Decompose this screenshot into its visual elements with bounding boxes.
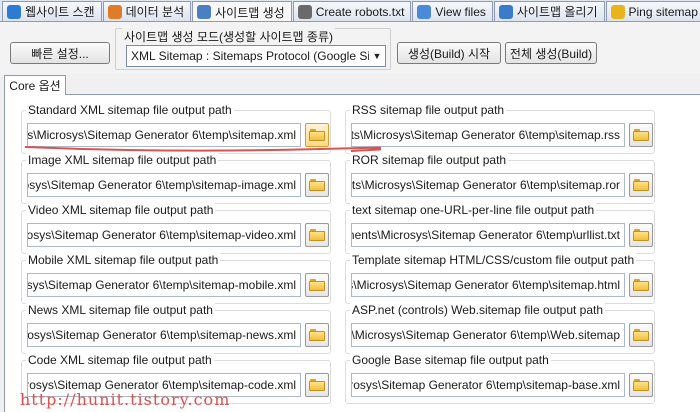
output-path-label: RSS sitemap file output path xyxy=(350,103,507,117)
sitemap-mode-select[interactable]: XML Sitemap : Sitemaps Protocol (Google … xyxy=(126,45,386,67)
files-icon xyxy=(417,4,432,19)
browse-folder-button[interactable] xyxy=(629,223,653,247)
output-path-field[interactable]: icrosys\Sitemap Generator 6\temp\sitemap… xyxy=(351,373,625,397)
browse-folder-button[interactable] xyxy=(305,323,329,347)
folder-icon xyxy=(309,129,325,141)
output-path-field[interactable]: nts\Microsys\Sitemap Generator 6\temp\si… xyxy=(351,173,625,197)
browse-folder-button[interactable] xyxy=(305,223,329,247)
output-path-group: Template sitemap HTML/CSS/custom file ou… xyxy=(345,253,655,304)
toolbar: 빠른 설정... 사이트맵 생성 모드(생성할 사이트맵 종류) XML Sit… xyxy=(0,22,700,74)
folder-icon xyxy=(309,229,325,241)
folder-icon xyxy=(633,329,649,341)
sitemap-mode-group: 사이트맵 생성 모드(생성할 사이트맵 종류) XML Sitemap : Si… xyxy=(115,28,391,70)
lightning-icon xyxy=(610,4,625,19)
magnifier-icon xyxy=(7,4,21,19)
tab-0[interactable]: 웹사이트 스캔 xyxy=(2,1,102,21)
output-path-group: RSS sitemap file output path nts\Microsys… xyxy=(345,103,655,154)
robot-icon xyxy=(297,4,312,19)
upload-icon xyxy=(498,4,513,19)
core-options-panel: Standard XML sitemap file output path ts\… xyxy=(4,94,700,412)
output-path-label: News XML sitemap file output path xyxy=(26,303,215,317)
output-path-field[interactable]: nts\Microsys\Sitemap Generator 6\temp\si… xyxy=(351,123,625,147)
tab-label: 웹사이트 스캔 xyxy=(25,5,95,19)
output-path-field[interactable]: crosys\Sitemap Generator 6\temp\sitemap-… xyxy=(27,223,301,247)
tab-2[interactable]: 사이트맵 생성 xyxy=(192,1,292,21)
output-path-label: Video XML sitemap file output path xyxy=(26,203,216,217)
sitemap-mode-value: XML Sitemap : Sitemaps Protocol (Google … xyxy=(131,49,369,63)
output-path-field[interactable]: s\Microsys\Sitemap Generator 6\temp\site… xyxy=(351,273,625,297)
build-start-button[interactable]: 생성(Build) 시작 xyxy=(397,42,501,64)
sitemap-icon xyxy=(197,5,212,19)
output-path-field[interactable]: s\Microsys\Sitemap Generator 6\temp\Web.… xyxy=(351,323,625,347)
folder-icon xyxy=(633,129,649,141)
output-path-group: ASP.net (controls) Web.sitemap file outp… xyxy=(345,303,655,354)
tab-core-options[interactable]: Core 옵션 xyxy=(4,75,66,95)
browse-folder-button[interactable] xyxy=(629,373,653,397)
output-path-label: Mobile XML sitemap file output path xyxy=(26,253,221,267)
browse-folder-button[interactable] xyxy=(305,273,329,297)
output-path-group: Mobile XML sitemap file output path osys\… xyxy=(21,253,331,304)
browse-folder-button[interactable] xyxy=(629,123,653,147)
output-path-label: Google Base sitemap file output path xyxy=(350,353,551,367)
tab-5[interactable]: 사이트맵 올리기 xyxy=(493,1,605,21)
output-path-group: ROR sitemap file output path nts\Microsys… xyxy=(345,153,655,204)
browse-folder-button[interactable] xyxy=(305,173,329,197)
browse-folder-button[interactable] xyxy=(305,373,329,397)
chevron-down-icon[interactable]: ▼ xyxy=(369,46,385,66)
folder-icon xyxy=(309,279,325,291)
tab-label: View files xyxy=(435,4,486,19)
red-underline-annotation xyxy=(24,146,381,152)
browse-folder-button[interactable] xyxy=(629,273,653,297)
browse-folder-button[interactable] xyxy=(629,173,653,197)
tab-6[interactable]: Ping sitemap xyxy=(605,1,700,21)
quick-setup-button[interactable]: 빠른 설정... xyxy=(10,42,110,64)
output-path-label: Standard XML sitemap file output path xyxy=(26,103,234,117)
output-path-field[interactable]: rosys\Sitemap Generator 6\temp\sitemap-i… xyxy=(27,173,301,197)
output-path-group: Image XML sitemap file output path rosys\… xyxy=(21,153,331,204)
output-path-label: Template sitemap HTML/CSS/custom file ou… xyxy=(350,253,637,267)
folder-icon xyxy=(309,379,325,391)
output-path-group: News XML sitemap file output path crosys\… xyxy=(21,303,331,354)
folder-icon xyxy=(633,229,649,241)
output-path-field[interactable]: nents\Microsys\Sitemap Generator 6\temp\… xyxy=(351,223,625,247)
tab-1[interactable]: 데이터 분석 xyxy=(102,1,192,21)
output-path-field[interactable]: osys\Sitemap Generator 6\temp\sitemap-mo… xyxy=(27,273,301,297)
main-tab-strip: 웹사이트 스캔 데이터 분석 사이트맵 생성 Create robots.txt Vie… xyxy=(0,0,700,22)
watermark-url: http://hunit.tistory.com xyxy=(20,390,231,409)
folder-icon xyxy=(633,179,649,191)
build-all-button[interactable]: 전체 생성(Build) xyxy=(505,42,597,64)
tab-label: Ping sitemap xyxy=(628,4,698,19)
tab-label: Create robots.txt xyxy=(315,4,405,19)
output-path-group: Video XML sitemap file output path crosys… xyxy=(21,203,331,254)
folder-icon xyxy=(309,329,325,341)
tab-label: 데이터 분석 xyxy=(125,5,185,19)
folder-icon xyxy=(633,279,649,291)
sitemap-mode-legend: 사이트맵 생성 모드(생성할 사이트맵 종류) xyxy=(122,28,336,45)
tab-label: 사이트맵 올리기 xyxy=(516,5,598,19)
pie-chart-icon xyxy=(107,4,122,19)
output-path-group: text sitemap one-URL-per-line file outpu… xyxy=(345,203,655,254)
folder-icon xyxy=(633,379,649,391)
browse-folder-button[interactable] xyxy=(629,323,653,347)
output-path-field[interactable]: crosys\Sitemap Generator 6\temp\sitemap-… xyxy=(27,323,301,347)
output-path-group: Google Base sitemap file output path icro… xyxy=(345,353,655,404)
output-path-label: ASP.net (controls) Web.sitemap file outp… xyxy=(350,303,606,317)
output-path-label: text sitemap one-URL-per-line file outpu… xyxy=(350,203,597,217)
folder-icon xyxy=(309,179,325,191)
tab-4[interactable]: View files xyxy=(412,1,493,21)
output-path-label: Code XML sitemap file output path xyxy=(26,353,214,367)
tab-label: 사이트맵 생성 xyxy=(215,5,285,20)
tab-3[interactable]: Create robots.txt xyxy=(292,1,412,21)
